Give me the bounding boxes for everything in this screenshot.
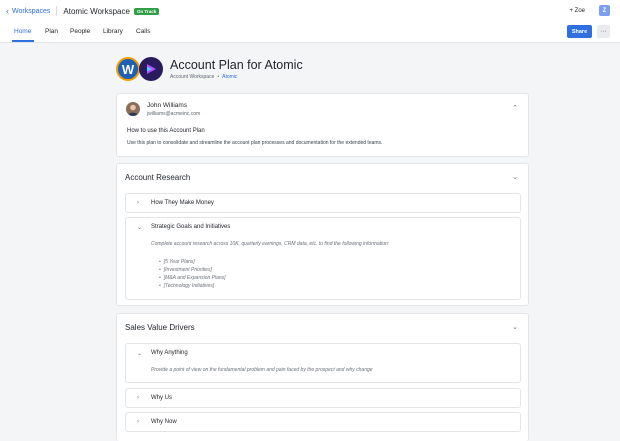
chevron-down-icon: ⌄ [137,351,143,357]
breadcrumb-separator: • [217,74,220,80]
item-title: Why Anything [151,350,188,356]
list-item: [Technology Initiatives] [159,282,226,290]
breadcrumb: Account Workspace • Atomic [170,74,237,80]
tab-people[interactable]: People [70,28,90,35]
chevron-down-icon[interactable]: ⌄ [512,173,518,181]
company-logo: W [116,57,140,81]
chevron-right-icon: › [137,395,139,401]
section-title[interactable]: Account Research [125,173,190,182]
account-research-section: Account Research ⌄ › How They Make Money… [116,163,529,306]
divider [56,6,58,16]
chevron-down-icon[interactable]: ⌄ [512,323,518,331]
owner-name: John Williams [147,102,188,109]
chevron-left-icon: ‹ [6,5,9,16]
chevron-right-icon: › [137,419,139,425]
item-why-anything[interactable]: ⌄ Why Anything Provide a point of view o… [125,343,521,383]
workspace-title: Atomic Workspace [63,6,130,16]
item-title: How They Make Money [151,200,214,206]
item-title: Strategic Goals and Initiatives [151,224,231,230]
account-plan-intro-card: John Williams jwilliams@acmeinc.com ⌃ Ho… [116,93,529,157]
page-title: Account Plan for Atomic [170,58,303,72]
breadcrumb-account-link[interactable]: Atomic [222,74,237,80]
top-bar: ‹ Workspaces Atomic Workspace On Track +… [0,0,620,22]
tab-home[interactable]: Home [14,28,31,35]
item-how-they-make-money[interactable]: › How They Make Money [125,193,521,213]
sales-value-drivers-section: Sales Value Drivers ⌄ ⌄ Why Anything Pro… [116,313,529,441]
item-why-us[interactable]: › Why Us [125,388,521,408]
list-item: [Investment Priorities] [159,266,226,274]
chevron-right-icon: › [137,200,139,206]
item-why-now[interactable]: › Why Now [125,412,521,432]
top-right-controls: + Zoe Z [569,5,610,16]
item-title: Why Us [151,395,172,401]
howto-body: Use this plan to consolidate and streaml… [127,140,383,146]
tab-bar: Home Plan People Library Calls [0,22,620,43]
breadcrumb-workspace[interactable]: Account Workspace [170,74,214,80]
back-label: Workspaces [12,7,51,15]
owner-avatar [126,102,140,116]
item-description: Provide a point of view on the fundament… [151,367,373,373]
status-badge: On Track [133,7,160,15]
tab-calls[interactable]: Calls [136,28,150,35]
app-logo-icon [139,57,163,81]
more-options-button[interactable]: ··· [597,25,610,38]
logo-letter: W [121,61,135,77]
avatar[interactable]: Z [599,5,610,16]
howto-title: How to use this Account Plan [127,128,205,134]
item-title: Why Now [151,419,177,425]
add-user-button[interactable]: + Zoe [569,8,585,14]
back-to-workspaces-link[interactable]: ‹ Workspaces [6,5,51,16]
section-title[interactable]: Sales Value Drivers [125,323,195,332]
chevron-up-icon[interactable]: ⌃ [512,104,518,112]
list-item: [M&A and Expansion Plans] [159,274,226,282]
share-button[interactable]: Share [567,25,592,38]
active-tab-indicator [12,40,34,42]
owner-email: jwilliams@acmeinc.com [147,111,201,117]
bullet-list: [5 Year Plans] [Investment Priorities] [… [159,258,226,290]
chevron-down-icon: ⌄ [137,225,143,231]
item-description: Complete account research across 10K, qu… [151,241,390,247]
list-item: [5 Year Plans] [159,258,226,266]
item-strategic-goals[interactable]: ⌄ Strategic Goals and Initiatives Comple… [125,217,521,300]
tab-plan[interactable]: Plan [45,28,58,35]
tab-library[interactable]: Library [103,28,123,35]
